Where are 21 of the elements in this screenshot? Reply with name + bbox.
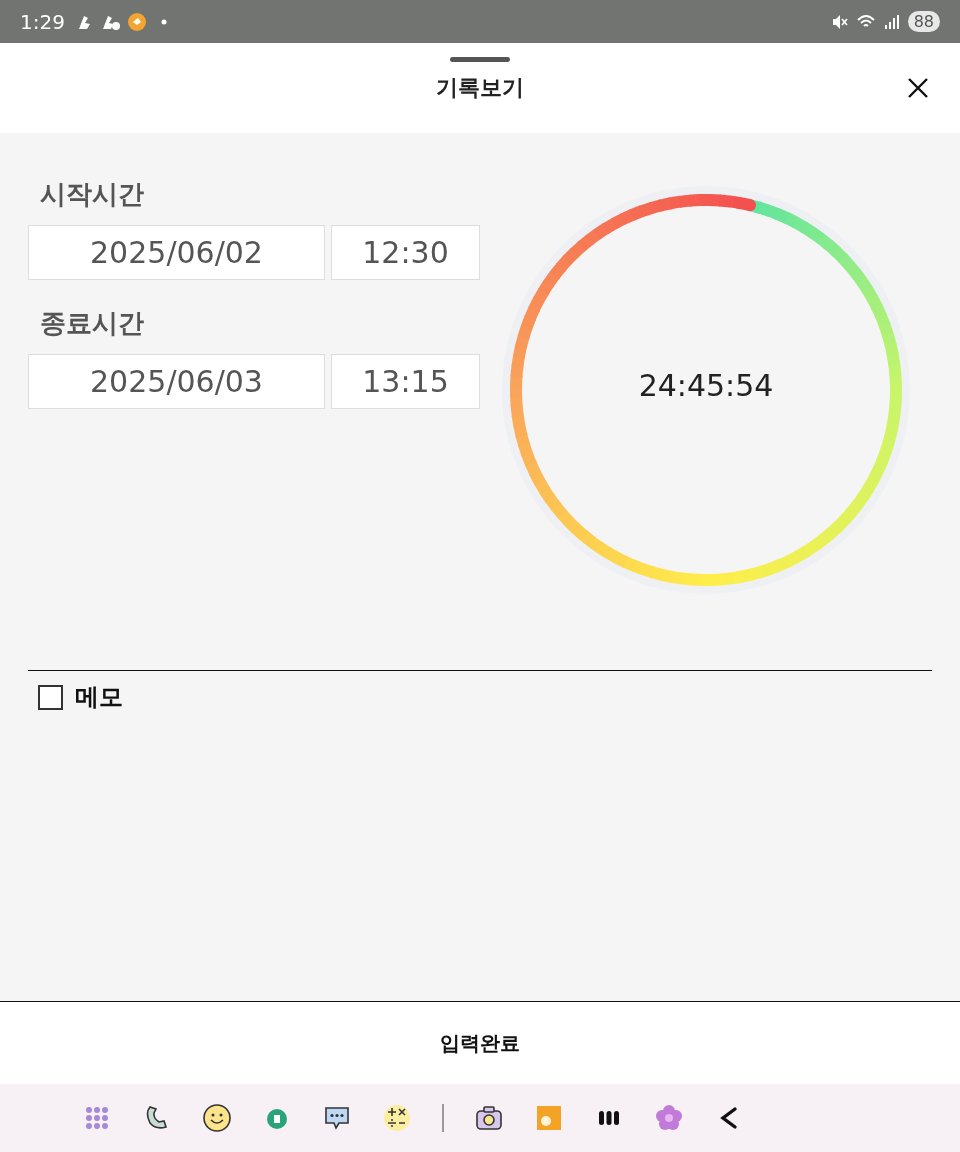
sheet-title: 기록보기 <box>436 74 524 102</box>
flower-icon[interactable] <box>654 1103 684 1133</box>
camera-icon[interactable] <box>474 1103 504 1133</box>
memo-checkbox[interactable] <box>38 684 63 710</box>
submit-button[interactable]: 입력완료 <box>424 1021 536 1065</box>
date-field[interactable]: 2025/06/03 <box>28 354 325 409</box>
time-field[interactable]: 12:30 <box>331 225 480 280</box>
smiley-icon[interactable] <box>202 1103 232 1133</box>
memo-label: 메모 <box>75 682 123 713</box>
drag-handle[interactable] <box>450 57 510 62</box>
more-notifications-icon <box>160 18 167 25</box>
app-notification-icon <box>126 11 147 32</box>
date-field[interactable]: 2025/06/02 <box>28 225 325 280</box>
field-label: 종료시간 <box>40 307 145 340</box>
battery-level: 88 <box>907 11 940 32</box>
field-label: 시작시간 <box>40 178 145 211</box>
close-button[interactable] <box>906 76 930 100</box>
calculator-icon[interactable] <box>382 1103 412 1133</box>
elapsed-time: 24:45:54 <box>637 368 775 403</box>
time-field[interactable]: 13:15 <box>331 354 480 409</box>
status-time: 1:29 <box>20 9 65 34</box>
